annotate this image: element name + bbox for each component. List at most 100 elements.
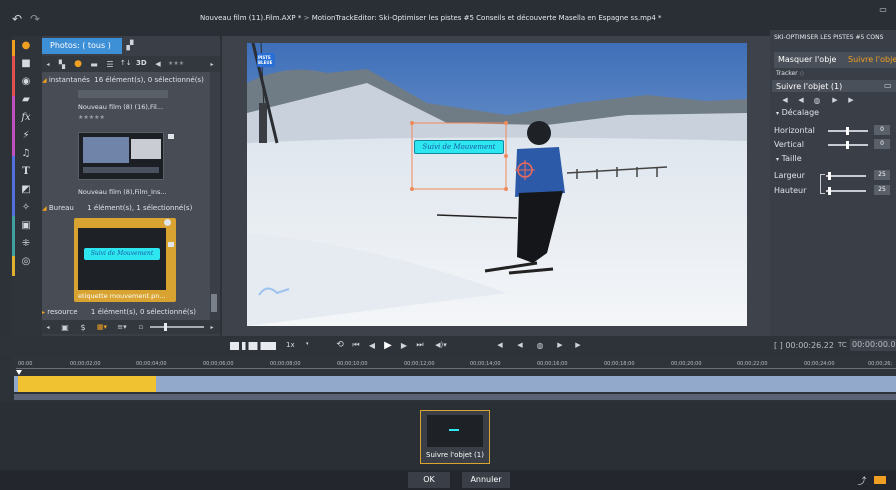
next-key-icon[interactable]: ▶	[846, 95, 856, 105]
properties-panel: SKI-OPTIMISER LES PISTES #5 CONS Masquer…	[770, 30, 896, 336]
export-icon[interactable]: ⤴	[856, 474, 868, 487]
vertical-slider[interactable]	[828, 141, 868, 149]
width-value[interactable]: 25	[874, 170, 890, 180]
tracker-navigation: ◀ ◀ ◍ ▶ ▶	[772, 93, 896, 107]
track-icon[interactable]: ◍	[534, 339, 546, 351]
tracked-range[interactable]	[18, 376, 156, 392]
selected-thumbnail[interactable]: Suivi de Mouvement etiquette mouvement.p…	[74, 218, 176, 302]
play-icon[interactable]: ▶	[382, 339, 394, 351]
frame-back-icon[interactable]: ◀	[366, 339, 378, 351]
image-icon[interactable]: ▭	[884, 81, 892, 90]
frame-icon[interactable]: ▫	[136, 322, 146, 332]
list-view-icon[interactable]: ☰	[104, 59, 116, 69]
audio-icon[interactable]: ⁜	[16, 238, 36, 252]
step-back-icon[interactable]: ◀	[796, 95, 806, 105]
cancel-button[interactable]: Annuler	[462, 472, 510, 488]
ruler-tick: 00;00;20;00	[671, 361, 702, 367]
height-value[interactable]: 25	[874, 185, 890, 195]
tracker-name: Suivre l'objet (1)	[776, 82, 843, 91]
loop-icon[interactable]: ⟲	[334, 339, 346, 351]
prev-key-icon[interactable]: ◀	[780, 95, 790, 105]
to-start-icon[interactable]: ⏮	[350, 339, 362, 351]
library-scrollbar[interactable]	[210, 72, 218, 328]
nav-forward-icon[interactable]: ▸	[208, 59, 216, 69]
folder-icon[interactable]: ■	[16, 58, 36, 72]
link-bracket-icon[interactable]	[820, 174, 825, 194]
category-rail: ● ■ ◉ ▰ fx ⚡ ♫ T ◩ ✧ ▣ ⁜ ◎	[12, 36, 42, 336]
minimize-icon[interactable]: ▭	[876, 4, 890, 14]
video-icon[interactable]: ◉	[16, 76, 36, 90]
group-resource[interactable]: ▸ resource 1 élément(s), 0 sélectionné(s…	[42, 308, 210, 320]
redo-icon[interactable]: ↷	[28, 12, 42, 26]
disc-icon[interactable]: ◎	[16, 256, 36, 270]
tab-mask-object[interactable]: Masquer l'obje	[774, 52, 844, 68]
mail-icon[interactable]	[874, 476, 886, 484]
3d-toggle[interactable]: 3D	[136, 59, 147, 67]
zoom-slider[interactable]	[150, 323, 204, 331]
item-rating[interactable]: ★★★★★	[78, 114, 105, 121]
next-key-icon[interactable]: ▶	[572, 339, 584, 351]
tab-follow-object[interactable]: Suivre l'objet	[844, 52, 896, 68]
section-offset[interactable]: ▾ Décalage	[776, 108, 819, 117]
frame-forward-icon[interactable]: ▶	[398, 339, 410, 351]
nav-back-icon[interactable]: ◂	[44, 59, 52, 69]
library-tab-menu-icon[interactable]: ▞	[124, 40, 136, 52]
speed-select[interactable]: 1x	[286, 341, 295, 349]
tile-view-icon[interactable]: ▣	[60, 322, 70, 332]
speaker-icon[interactable]: ◀	[152, 59, 164, 69]
sort-icon[interactable]: ↑↓	[120, 59, 132, 67]
audio-level-icon[interactable]	[230, 342, 276, 350]
info-icon[interactable]	[164, 219, 171, 226]
video-preview[interactable]: PISTE BLEUE Suivi de Mouvement	[247, 43, 747, 326]
theme-icon[interactable]: ◩	[16, 184, 36, 198]
to-end-icon[interactable]: ⏭	[414, 339, 426, 351]
ski-scene	[247, 43, 747, 326]
rating-filter-icon[interactable]: ★★★	[168, 60, 184, 67]
montage-icon[interactable]: ▣	[16, 220, 36, 234]
horizontal-value[interactable]: 0	[874, 125, 890, 135]
height-slider[interactable]	[826, 187, 866, 195]
track-icon[interactable]: ◍	[812, 95, 822, 105]
clip-icon[interactable]: ▰	[16, 94, 36, 108]
import-icon[interactable]: ▚	[56, 59, 68, 69]
section-size[interactable]: ▾ Taille	[776, 154, 802, 163]
nav-back-icon[interactable]: ◂	[44, 322, 52, 332]
step-forward-icon[interactable]: ▶	[554, 339, 566, 351]
playhead-icon[interactable]	[16, 370, 22, 375]
nav-forward-icon[interactable]: ▸	[208, 322, 216, 332]
timeline-scrollbar[interactable]	[14, 394, 896, 400]
thumbnail-partial[interactable]	[78, 90, 168, 98]
width-slider[interactable]	[826, 172, 866, 180]
music-icon[interactable]: ♫	[16, 148, 36, 162]
check-icon[interactable]: ●	[72, 59, 84, 69]
dollar-icon[interactable]: $	[78, 322, 88, 332]
volume-icon[interactable]: ◀)▾	[432, 339, 450, 351]
effects-icon[interactable]: fx	[16, 112, 36, 126]
horizontal-slider[interactable]	[828, 127, 868, 135]
grid-icon[interactable]: ▦▾	[94, 322, 110, 332]
ruler-tick: 00;00;08;00	[270, 361, 301, 367]
group-instantanes[interactable]: ◢ instantanés 16 élément(s), 0 sélection…	[42, 76, 210, 88]
photo-category-icon[interactable]: ●	[16, 40, 36, 54]
vertical-value[interactable]: 0	[874, 139, 890, 149]
folder-open-icon[interactable]: ▬	[88, 59, 100, 69]
step-forward-icon[interactable]: ▶	[830, 95, 840, 105]
group-bureau[interactable]: ◢ Bureau 1 élément(s), 1 sélectionné(s)	[42, 204, 210, 216]
step-back-icon[interactable]: ◀	[514, 339, 526, 351]
transition-icon[interactable]: ⚡	[16, 130, 36, 144]
lines-icon[interactable]: ≡▾	[114, 322, 130, 332]
library-tab[interactable]: Photos: ( tous )	[42, 38, 122, 54]
ruler-tick: 00;00;16;00	[537, 361, 568, 367]
thumbnail-film-instance[interactable]	[78, 132, 164, 180]
timeline-ruler[interactable]: 00:00 00;00;02;00 00;00;04;00 00;00;06;0…	[12, 356, 896, 376]
tc-input[interactable]: 00:00:00.00	[850, 339, 896, 351]
sparkle-icon[interactable]: ✧	[16, 202, 36, 216]
ok-button[interactable]: OK	[408, 472, 450, 488]
motion-label-box[interactable]: Suivi de Mouvement	[414, 140, 504, 154]
speed-dropdown-icon[interactable]: ▾	[306, 341, 309, 347]
clip-card[interactable]: Suivre l'objet (1)	[420, 410, 490, 464]
text-icon[interactable]: T	[16, 166, 36, 180]
undo-icon[interactable]: ↶	[10, 12, 24, 26]
prev-key-icon[interactable]: ◀	[494, 339, 506, 351]
tracker-header[interactable]: Suivre l'objet (1) ▭	[772, 80, 896, 92]
